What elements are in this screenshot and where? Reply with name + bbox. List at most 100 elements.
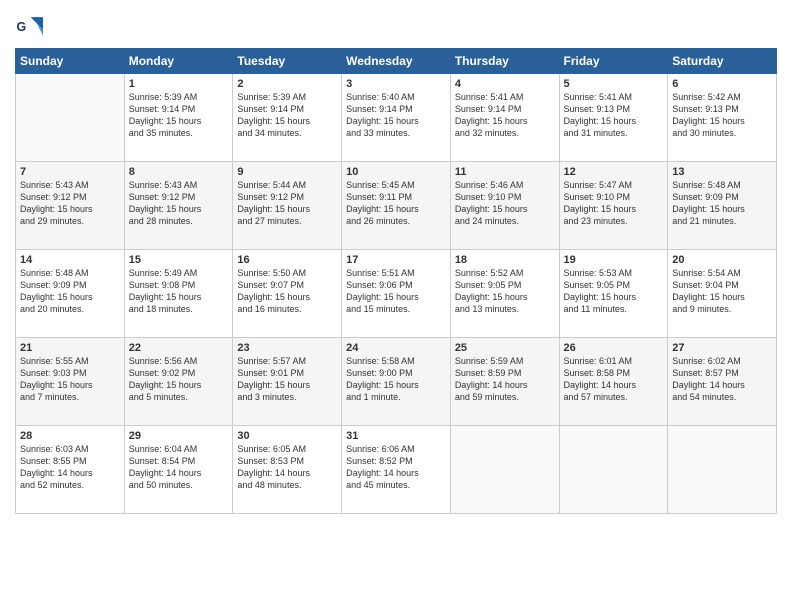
day-info: Sunrise: 5:39 AM Sunset: 9:14 PM Dayligh… [237, 91, 337, 140]
day-number: 8 [129, 166, 229, 178]
calendar-cell: 16Sunrise: 5:50 AM Sunset: 9:07 PM Dayli… [233, 250, 342, 338]
day-info: Sunrise: 5:48 AM Sunset: 9:09 PM Dayligh… [20, 267, 120, 316]
calendar-cell: 28Sunrise: 6:03 AM Sunset: 8:55 PM Dayli… [16, 426, 125, 514]
weekday-header: Thursday [450, 49, 559, 74]
day-info: Sunrise: 5:55 AM Sunset: 9:03 PM Dayligh… [20, 355, 120, 404]
calendar-cell: 19Sunrise: 5:53 AM Sunset: 9:05 PM Dayli… [559, 250, 668, 338]
calendar-week-row: 14Sunrise: 5:48 AM Sunset: 9:09 PM Dayli… [16, 250, 777, 338]
day-number: 21 [20, 342, 120, 354]
day-number: 10 [346, 166, 446, 178]
day-info: Sunrise: 5:59 AM Sunset: 8:59 PM Dayligh… [455, 355, 555, 404]
calendar-cell: 24Sunrise: 5:58 AM Sunset: 9:00 PM Dayli… [342, 338, 451, 426]
weekday-header: Sunday [16, 49, 125, 74]
calendar-cell: 10Sunrise: 5:45 AM Sunset: 9:11 PM Dayli… [342, 162, 451, 250]
day-number: 1 [129, 78, 229, 90]
calendar-cell: 15Sunrise: 5:49 AM Sunset: 9:08 PM Dayli… [124, 250, 233, 338]
day-number: 30 [237, 430, 337, 442]
day-number: 13 [672, 166, 772, 178]
day-info: Sunrise: 5:46 AM Sunset: 9:10 PM Dayligh… [455, 179, 555, 228]
day-number: 12 [564, 166, 664, 178]
calendar-cell: 26Sunrise: 6:01 AM Sunset: 8:58 PM Dayli… [559, 338, 668, 426]
day-number: 24 [346, 342, 446, 354]
day-info: Sunrise: 5:45 AM Sunset: 9:11 PM Dayligh… [346, 179, 446, 228]
calendar-cell: 2Sunrise: 5:39 AM Sunset: 9:14 PM Daylig… [233, 74, 342, 162]
day-number: 27 [672, 342, 772, 354]
calendar-table: SundayMondayTuesdayWednesdayThursdayFrid… [15, 48, 777, 514]
day-number: 28 [20, 430, 120, 442]
day-number: 2 [237, 78, 337, 90]
day-info: Sunrise: 5:48 AM Sunset: 9:09 PM Dayligh… [672, 179, 772, 228]
day-number: 26 [564, 342, 664, 354]
day-info: Sunrise: 6:01 AM Sunset: 8:58 PM Dayligh… [564, 355, 664, 404]
day-info: Sunrise: 6:04 AM Sunset: 8:54 PM Dayligh… [129, 443, 229, 492]
calendar-cell: 23Sunrise: 5:57 AM Sunset: 9:01 PM Dayli… [233, 338, 342, 426]
weekday-header: Wednesday [342, 49, 451, 74]
calendar-cell [450, 426, 559, 514]
day-number: 31 [346, 430, 446, 442]
day-info: Sunrise: 5:43 AM Sunset: 9:12 PM Dayligh… [129, 179, 229, 228]
day-number: 5 [564, 78, 664, 90]
weekday-header: Saturday [668, 49, 777, 74]
calendar-week-row: 28Sunrise: 6:03 AM Sunset: 8:55 PM Dayli… [16, 426, 777, 514]
calendar-cell: 20Sunrise: 5:54 AM Sunset: 9:04 PM Dayli… [668, 250, 777, 338]
calendar-cell: 30Sunrise: 6:05 AM Sunset: 8:53 PM Dayli… [233, 426, 342, 514]
calendar-cell: 6Sunrise: 5:42 AM Sunset: 9:13 PM Daylig… [668, 74, 777, 162]
day-number: 23 [237, 342, 337, 354]
day-info: Sunrise: 5:51 AM Sunset: 9:06 PM Dayligh… [346, 267, 446, 316]
day-info: Sunrise: 5:41 AM Sunset: 9:14 PM Dayligh… [455, 91, 555, 140]
day-info: Sunrise: 5:52 AM Sunset: 9:05 PM Dayligh… [455, 267, 555, 316]
day-number: 7 [20, 166, 120, 178]
day-number: 9 [237, 166, 337, 178]
calendar-cell: 21Sunrise: 5:55 AM Sunset: 9:03 PM Dayli… [16, 338, 125, 426]
day-info: Sunrise: 5:53 AM Sunset: 9:05 PM Dayligh… [564, 267, 664, 316]
calendar-body: 1 Sunrise: 5:39 AM Sunset: 9:14 PM Daylig… [16, 74, 777, 514]
calendar-cell: 4Sunrise: 5:41 AM Sunset: 9:14 PM Daylig… [450, 74, 559, 162]
calendar-cell: 31Sunrise: 6:06 AM Sunset: 8:52 PM Dayli… [342, 426, 451, 514]
day-number: 15 [129, 254, 229, 266]
page-container: G SundayMondayTuesdayWednesdayThursdayFr… [0, 0, 792, 524]
calendar-week-row: 21Sunrise: 5:55 AM Sunset: 9:03 PM Dayli… [16, 338, 777, 426]
calendar-cell: 8Sunrise: 5:43 AM Sunset: 9:12 PM Daylig… [124, 162, 233, 250]
calendar-cell [16, 74, 125, 162]
day-info: Sunrise: 6:03 AM Sunset: 8:55 PM Dayligh… [20, 443, 120, 492]
calendar-cell: 3Sunrise: 5:40 AM Sunset: 9:14 PM Daylig… [342, 74, 451, 162]
day-info: Sunrise: 6:02 AM Sunset: 8:57 PM Dayligh… [672, 355, 772, 404]
day-number: 3 [346, 78, 446, 90]
day-info: Sunrise: 5:56 AM Sunset: 9:02 PM Dayligh… [129, 355, 229, 404]
day-info: Sunrise: 6:06 AM Sunset: 8:52 PM Dayligh… [346, 443, 446, 492]
calendar-cell: 25Sunrise: 5:59 AM Sunset: 8:59 PM Dayli… [450, 338, 559, 426]
calendar-cell: 18Sunrise: 5:52 AM Sunset: 9:05 PM Dayli… [450, 250, 559, 338]
day-number: 16 [237, 254, 337, 266]
calendar-cell: 22Sunrise: 5:56 AM Sunset: 9:02 PM Dayli… [124, 338, 233, 426]
day-info: Sunrise: 5:49 AM Sunset: 9:08 PM Dayligh… [129, 267, 229, 316]
day-info: Sunrise: 5:40 AM Sunset: 9:14 PM Dayligh… [346, 91, 446, 140]
calendar-header: SundayMondayTuesdayWednesdayThursdayFrid… [16, 49, 777, 74]
calendar-cell: 13Sunrise: 5:48 AM Sunset: 9:09 PM Dayli… [668, 162, 777, 250]
calendar-week-row: 7 Sunrise: 5:43 AM Sunset: 9:12 PM Daylig… [16, 162, 777, 250]
day-number: 22 [129, 342, 229, 354]
day-info: Sunrise: 5:47 AM Sunset: 9:10 PM Dayligh… [564, 179, 664, 228]
day-info: Sunrise: 5:44 AM Sunset: 9:12 PM Dayligh… [237, 179, 337, 228]
calendar-cell: 14Sunrise: 5:48 AM Sunset: 9:09 PM Dayli… [16, 250, 125, 338]
day-info: Sunrise: 5:42 AM Sunset: 9:13 PM Dayligh… [672, 91, 772, 140]
day-number: 14 [20, 254, 120, 266]
svg-text:G: G [17, 20, 27, 34]
header-row: SundayMondayTuesdayWednesdayThursdayFrid… [16, 49, 777, 74]
weekday-header: Friday [559, 49, 668, 74]
logo: G [15, 14, 45, 42]
calendar-cell: 7Sunrise: 5:43 AM Sunset: 9:12 PM Daylig… [16, 162, 125, 250]
calendar-cell: 5Sunrise: 5:41 AM Sunset: 9:13 PM Daylig… [559, 74, 668, 162]
calendar-cell: 12Sunrise: 5:47 AM Sunset: 9:10 PM Dayli… [559, 162, 668, 250]
day-info: Sunrise: 5:50 AM Sunset: 9:07 PM Dayligh… [237, 267, 337, 316]
calendar-week-row: 1 Sunrise: 5:39 AM Sunset: 9:14 PM Daylig… [16, 74, 777, 162]
day-number: 18 [455, 254, 555, 266]
calendar-cell [559, 426, 668, 514]
logo-icon: G [15, 14, 43, 42]
calendar-cell: 11Sunrise: 5:46 AM Sunset: 9:10 PM Dayli… [450, 162, 559, 250]
calendar-cell: 29Sunrise: 6:04 AM Sunset: 8:54 PM Dayli… [124, 426, 233, 514]
day-number: 17 [346, 254, 446, 266]
day-number: 11 [455, 166, 555, 178]
day-info: Sunrise: 6:05 AM Sunset: 8:53 PM Dayligh… [237, 443, 337, 492]
day-info: Sunrise: 5:41 AM Sunset: 9:13 PM Dayligh… [564, 91, 664, 140]
day-number: 25 [455, 342, 555, 354]
